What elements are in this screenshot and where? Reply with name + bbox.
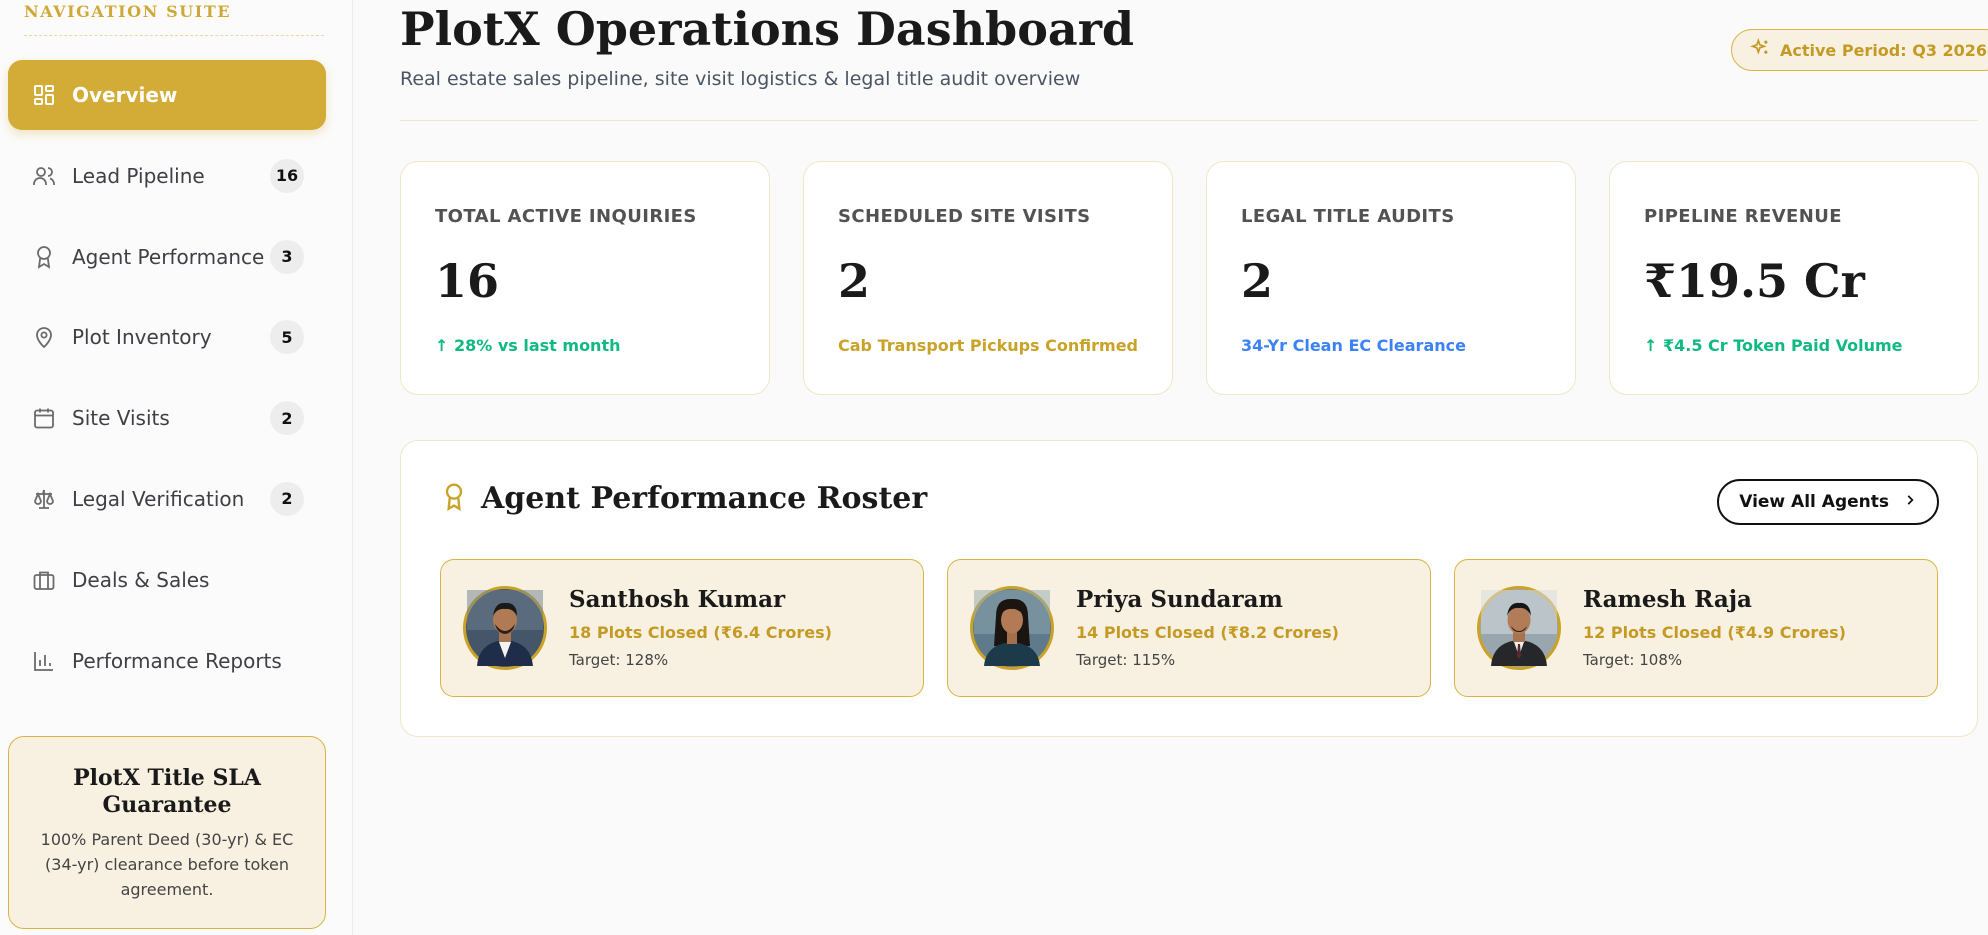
sidebar-item-label: Lead Pipeline bbox=[72, 163, 205, 188]
view-all-agents-label: View All Agents bbox=[1739, 492, 1889, 512]
roster-header: Agent Performance Roster bbox=[441, 481, 927, 516]
kpi-value: ₹19.5 Cr bbox=[1644, 254, 1865, 308]
kpi-value: 16 bbox=[435, 254, 500, 308]
count-badge: 3 bbox=[270, 239, 304, 274]
sidebar-item-performance-reports[interactable]: Performance Reports bbox=[8, 626, 326, 696]
sidebar-item-deals-sales[interactable]: Deals & Sales bbox=[8, 545, 326, 615]
kpi-subtext: ↑ ₹4.5 Cr Token Paid Volume bbox=[1644, 336, 1903, 355]
scale-icon bbox=[32, 487, 56, 511]
sidebar-item-label: Performance Reports bbox=[72, 648, 282, 673]
bar-chart-icon bbox=[32, 649, 56, 673]
agent-card-priya[interactable]: Priya Sundaram 14 Plots Closed (₹8.2 Cro… bbox=[947, 559, 1431, 697]
users-icon bbox=[32, 164, 56, 188]
award-icon bbox=[32, 245, 56, 269]
sidebar-item-site-visits[interactable]: Site Visits 2 bbox=[8, 383, 326, 453]
sidebar-item-label: Site Visits bbox=[72, 406, 170, 431]
agent-name: Priya Sundaram bbox=[1076, 586, 1283, 613]
sidebar-item-label: Deals & Sales bbox=[72, 567, 210, 592]
kpi-label: LEGAL TITLE AUDITS bbox=[1241, 206, 1455, 227]
agent-name: Santhosh Kumar bbox=[569, 586, 786, 613]
sidebar-item-overview[interactable]: Overview bbox=[8, 60, 326, 130]
roster-title: Agent Performance Roster bbox=[481, 481, 928, 516]
kpi-value: 2 bbox=[1241, 254, 1274, 308]
sidebar-item-plot-inventory[interactable]: Plot Inventory 5 bbox=[8, 302, 326, 372]
agent-card-santhosh[interactable]: Santhosh Kumar 18 Plots Closed (₹6.4 Cro… bbox=[440, 559, 924, 697]
agent-plots-closed: 18 Plots Closed (₹6.4 Crores) bbox=[569, 623, 832, 642]
kpi-value: 2 bbox=[838, 254, 871, 308]
sidebar-item-label: Legal Verification bbox=[72, 486, 245, 511]
active-period-label: Active Period: Q3 2026 bbox=[1780, 40, 1988, 60]
grid-icon bbox=[32, 83, 56, 107]
count-badge: 16 bbox=[270, 158, 304, 193]
kpi-label: TOTAL ACTIVE INQUIRIES bbox=[435, 206, 697, 227]
sidebar: NAVIGATION SUITE Overview Lead Pipeline … bbox=[0, 0, 353, 935]
kpi-label: PIPELINE REVENUE bbox=[1644, 206, 1842, 227]
sla-description: 100% Parent Deed (30-yr) & EC (34-yr) cl… bbox=[40, 830, 294, 899]
avatar bbox=[970, 586, 1054, 670]
sidebar-item-label: Agent Performance bbox=[72, 244, 265, 269]
avatar bbox=[463, 586, 547, 670]
page-subtitle: Real estate sales pipeline, site visit l… bbox=[400, 68, 1081, 90]
kpi-subtext: ↑ 28% vs last month bbox=[435, 336, 621, 355]
agent-roster-panel: Agent Performance Roster View All Agents… bbox=[400, 440, 1978, 737]
active-period-badge: Active Period: Q3 2026 bbox=[1731, 29, 1988, 71]
kpi-card-legal-audits: LEGAL TITLE AUDITS 2 34-Yr Clean EC Clea… bbox=[1206, 161, 1576, 395]
agent-plots-closed: 14 Plots Closed (₹8.2 Crores) bbox=[1076, 623, 1339, 642]
sidebar-section-title: NAVIGATION SUITE bbox=[24, 2, 324, 36]
header-divider bbox=[400, 120, 1978, 121]
sidebar-item-agent-performance[interactable]: Agent Performance 3 bbox=[8, 222, 326, 292]
sidebar-item-label: Plot Inventory bbox=[72, 325, 212, 350]
view-all-agents-button[interactable]: View All Agents bbox=[1717, 479, 1939, 525]
kpi-label: SCHEDULED SITE VISITS bbox=[838, 206, 1091, 227]
agent-name: Ramesh Raja bbox=[1583, 586, 1752, 613]
agent-card-ramesh[interactable]: Ramesh Raja 12 Plots Closed (₹4.9 Crores… bbox=[1454, 559, 1938, 697]
agent-target: Target: 128% bbox=[569, 651, 669, 669]
sidebar-item-lead-pipeline[interactable]: Lead Pipeline 16 bbox=[8, 141, 326, 211]
award-icon bbox=[441, 482, 467, 516]
agent-plots-closed: 12 Plots Closed (₹4.9 Crores) bbox=[1583, 623, 1846, 642]
sparkles-icon bbox=[1749, 37, 1770, 62]
calendar-icon bbox=[32, 406, 56, 430]
kpi-card-site-visits: SCHEDULED SITE VISITS 2 Cab Transport Pi… bbox=[803, 161, 1173, 395]
count-badge: 2 bbox=[270, 401, 304, 436]
sidebar-nav: Overview Lead Pipeline 16 Agent Performa… bbox=[8, 60, 326, 706]
chevron-right-icon bbox=[1903, 492, 1917, 512]
kpi-subtext: Cab Transport Pickups Confirmed bbox=[838, 336, 1138, 355]
briefcase-icon bbox=[32, 568, 56, 592]
sla-title: PlotX Title SLA Guarantee bbox=[73, 765, 261, 818]
avatar bbox=[1477, 586, 1561, 670]
map-pin-icon bbox=[32, 325, 56, 349]
sla-card: PlotX Title SLA Guarantee 100% Parent De… bbox=[8, 736, 326, 929]
sidebar-item-label: Overview bbox=[72, 83, 178, 107]
count-badge: 2 bbox=[270, 481, 304, 516]
sidebar-item-legal-verification[interactable]: Legal Verification 2 bbox=[8, 464, 326, 534]
kpi-subtext: 34-Yr Clean EC Clearance bbox=[1241, 336, 1466, 355]
kpi-card-pipeline-revenue: PIPELINE REVENUE ₹19.5 Cr ↑ ₹4.5 Cr Toke… bbox=[1609, 161, 1979, 395]
count-badge: 5 bbox=[270, 320, 304, 355]
agent-target: Target: 115% bbox=[1076, 651, 1176, 669]
kpi-card-total-inquiries: TOTAL ACTIVE INQUIRIES 16 ↑ 28% vs last … bbox=[400, 161, 770, 395]
agent-target: Target: 108% bbox=[1583, 651, 1683, 669]
page-title: PlotX Operations Dashboard bbox=[400, 2, 1135, 56]
